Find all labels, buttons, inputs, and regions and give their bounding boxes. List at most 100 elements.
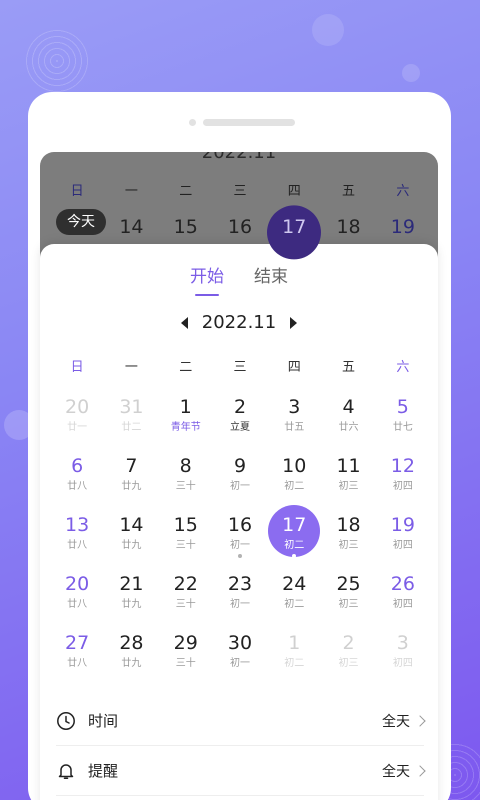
calendar-day[interactable]: 1 初二 (267, 628, 321, 687)
calendar-day[interactable]: 14 廿九 (104, 510, 158, 569)
day-number: 19 (390, 514, 415, 536)
reminder-row[interactable]: 提醒 全天 (56, 746, 426, 796)
calendar-day[interactable]: 23 初一 (213, 569, 267, 628)
tab-start[interactable]: 开始 (190, 262, 224, 296)
calendar-day[interactable]: 24 初二 (267, 569, 321, 628)
calendar-day[interactable]: 9 初一 (213, 451, 267, 510)
calendar-day[interactable]: 4 廿六 (321, 392, 375, 451)
weekday-label: 三 (233, 360, 247, 375)
day-number: 23 (227, 573, 253, 595)
day-number: 5 (396, 396, 409, 418)
lunar-date-label: 初三 (338, 481, 359, 492)
calendar-day[interactable]: 12 初四 (376, 451, 430, 510)
lunar-date-label: 廿八 (67, 599, 88, 610)
lunar-date-label: 初二 (284, 481, 305, 492)
event-indicator-dot (237, 554, 242, 558)
back-weekday-row: 日 一 二 三 四 五 六 (50, 180, 430, 199)
calendar-week-row: 20 廿一 31 廿二 1 青年节 2 立夏 3 廿五 4 廿六 5 廿七 (50, 392, 430, 451)
day-number: 2 (342, 632, 355, 654)
calendar-day[interactable]: 5 廿七 (376, 392, 430, 451)
day-number: 30 (227, 632, 253, 654)
calendar-week-row: 20 廿八 21 廿九 22 三十 23 初一 24 初二 25 初三 26 初四 (50, 569, 430, 628)
day-number: 27 (65, 632, 90, 654)
calendar-day[interactable]: 3 初四 (376, 628, 430, 687)
calendar-day[interactable]: 15 三十 (159, 510, 213, 569)
day-number: 12 (390, 455, 415, 477)
lunar-date-label: 廿八 (67, 658, 88, 669)
today-button[interactable]: 今天 (56, 209, 106, 235)
calendar-day[interactable]: 27 廿八 (50, 628, 104, 687)
next-month-icon[interactable] (290, 316, 298, 329)
calendar-day[interactable]: 20 廿八 (50, 569, 104, 628)
calendar-day[interactable]: 25 初三 (321, 569, 375, 628)
lunar-date-label: 三十 (175, 481, 196, 492)
calendar-day[interactable]: 6 廿八 (50, 451, 104, 510)
day-number: 8 (179, 455, 192, 477)
day-number: 10 (282, 455, 307, 477)
day-number: 3 (396, 632, 409, 654)
calendar-day[interactable]: 19 初四 (376, 510, 430, 569)
calendar-day-selected[interactable]: 17 初二 (267, 505, 321, 569)
calendar-week-row: 13 廿八 14 廿九 15 三十 16 初一 17 初二 18 初三 19 初四 (50, 505, 430, 569)
lunar-date-label: 初二 (284, 599, 305, 610)
calendar-day[interactable]: 20 廿一 (50, 392, 104, 451)
weekday-label: 五 (342, 360, 356, 375)
date-picker-sheet: 开始 结束 2022.11 日 一 二 三 四 五 六 20 廿一 31 廿二 1 青年节… (40, 244, 438, 800)
calendar-day[interactable]: 16 初一 (213, 510, 267, 569)
day-number: 25 (336, 573, 361, 595)
background-ring-decoration (26, 30, 88, 92)
calendar-day[interactable]: 18 初三 (321, 510, 375, 569)
lunar-date-label: 青年节 (170, 422, 201, 433)
calendar-day[interactable]: 11 初三 (321, 451, 375, 510)
calendar-day[interactable]: 31 廿二 (104, 392, 158, 451)
tab-end[interactable]: 结束 (254, 262, 288, 293)
calendar-day[interactable]: 26 初四 (376, 569, 430, 628)
lunar-date-label: 廿六 (338, 422, 359, 433)
event-settings: 时间 全天 提醒 全天 (56, 696, 426, 796)
day-number: 3 (288, 396, 301, 418)
calendar-day[interactable]: 29 三十 (159, 628, 213, 687)
calendar-day[interactable]: 2 立夏 (213, 392, 267, 451)
day-number: 20 (65, 573, 90, 595)
calendar-day[interactable]: 13 廿八 (50, 510, 104, 569)
calendar-day[interactable]: 1 青年节 (159, 392, 213, 451)
lunar-date-label: 三十 (175, 540, 196, 551)
calendar-grid: 20 廿一 31 廿二 1 青年节 2 立夏 3 廿五 4 廿六 5 廿七 6 廿八 7 廿九 8 三十 9 初一 10 初二… (50, 392, 430, 687)
calendar-day[interactable]: 3 廿五 (267, 392, 321, 451)
back-weekday: 三 (233, 184, 247, 199)
back-day: 14 (119, 216, 144, 238)
reminder-label: 提醒 (88, 762, 119, 780)
weekday-label: 六 (396, 360, 410, 375)
lunar-date-label: 初三 (338, 540, 359, 551)
calendar-day[interactable]: 7 廿九 (104, 451, 158, 510)
weekday-label: 二 (179, 360, 193, 375)
back-day: 18 (336, 216, 361, 238)
calendar-day[interactable]: 2 初三 (321, 628, 375, 687)
lunar-date-label: 初一 (229, 658, 250, 669)
lunar-date-label: 廿九 (121, 540, 142, 551)
weekday-label: 一 (124, 360, 138, 375)
lunar-date-label: 初三 (338, 658, 359, 669)
day-number: 2 (233, 396, 247, 418)
calendar-day[interactable]: 21 廿九 (104, 569, 158, 628)
month-title[interactable]: 2022.11 (202, 312, 276, 333)
lunar-date-label: 初三 (338, 599, 359, 610)
day-number: 22 (173, 573, 198, 595)
back-day-row: 13 14 15 16 17 18 19 (50, 216, 430, 238)
calendar-day[interactable]: 8 三十 (159, 451, 213, 510)
lunar-date-label: 廿二 (121, 422, 142, 433)
day-number: 26 (390, 573, 415, 595)
lunar-date-label: 廿九 (121, 658, 142, 669)
chevron-right-icon (414, 764, 426, 777)
calendar-day[interactable]: 10 初二 (267, 451, 321, 510)
calendar-week-row: 27 廿八 28 廿九 29 三十 30 初一 1 初二 2 初三 3 初四 (50, 628, 430, 687)
day-number: 24 (282, 573, 307, 595)
start-end-tabs: 开始 结束 (40, 262, 438, 296)
calendar-day[interactable]: 30 初一 (213, 628, 267, 687)
time-row[interactable]: 时间 全天 (56, 696, 426, 746)
previous-month-icon[interactable] (180, 316, 188, 329)
calendar-day[interactable]: 28 廿九 (104, 628, 158, 687)
back-month-title: 2022.11 (201, 152, 277, 163)
calendar-day[interactable]: 22 三十 (159, 569, 213, 628)
lunar-date-label: 初一 (229, 599, 250, 610)
